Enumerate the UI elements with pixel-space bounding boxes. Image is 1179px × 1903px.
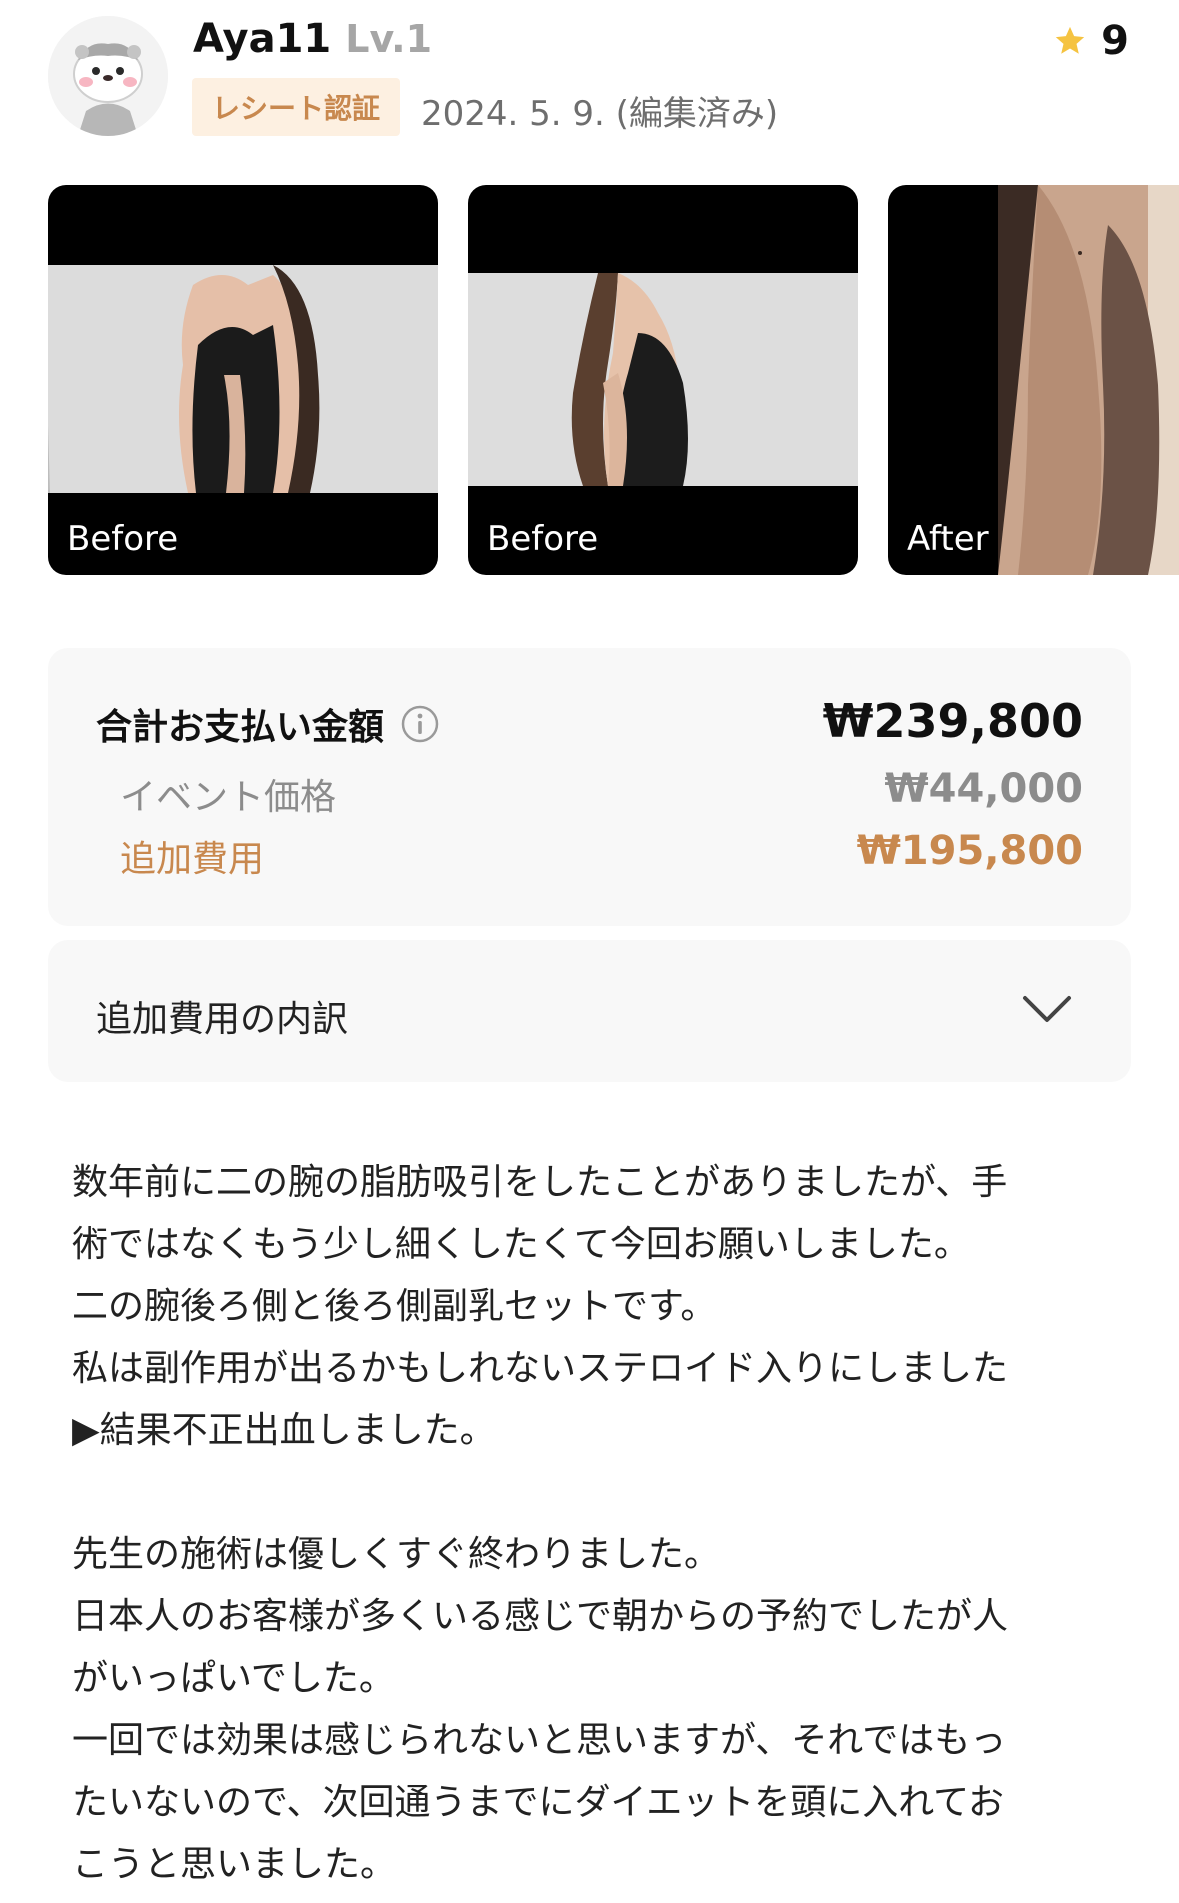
review-line: こうと思いました。 [72,1844,397,1885]
extra-cost-label: 追加費用 [120,839,265,880]
total-payment-value: ₩239,800 [822,694,1083,748]
star-icon [1055,26,1085,54]
review-line: 数年前に二の腕の脂肪吸引をしたことがありましたが、手 [72,1162,1008,1203]
photo-label: Before [487,519,599,559]
after-photo-image [998,185,1179,575]
post-date: 2024. 5. 9. (編集済み) [421,94,779,134]
review-line: ▶結果不正出血しました。 [72,1410,496,1451]
review-line: 術ではなくもう少し細くしたくて今回お願いしました。 [72,1224,970,1265]
receipt-verified-badge: レシート認証 [192,78,401,136]
before-photo-image [48,265,438,493]
review-line: 私は副作用が出るかもしれないステロイド入りにしました [72,1348,1009,1389]
username[interactable]: Aya11 [193,16,331,62]
review-body: 数年前に二の腕の脂肪吸引をしたことがありましたが、手 術ではなくもう少し細くしたく… [72,1152,1112,1896]
photo-before-2[interactable]: Before [468,185,858,575]
rating-value: 9 [1101,18,1129,64]
rating: 9 [1053,18,1129,64]
avatar[interactable] [48,16,168,136]
hamster-avatar-icon [48,16,168,136]
photo-label: After [907,519,989,559]
review-line: たいないので、次回通うまでにダイエットを頭に入れてお [72,1782,1005,1823]
extra-cost-breakdown-toggle[interactable]: 追加費用の内訳 [48,940,1131,1082]
total-payment-label: 合計お支払い金額 [96,698,440,750]
photo-before-1[interactable]: Before [48,185,438,575]
review-line: がいっぱいでした。 [72,1658,395,1699]
breakdown-label: 追加費用の内訳 [96,999,349,1040]
review-line: 先生の施術は優しくすぐ終わりました。 [72,1534,721,1575]
photo-after[interactable]: After [888,185,1179,575]
review-page: Aya11 Lv.1 9 レシート認証 2024. 5. 9. (編集済み) B… [0,0,1179,1903]
total-payment-text: 合計お支払い金額 [96,707,385,748]
payment-summary: 合計お支払い金額 ₩239,800 イベント価格 ₩44,000 追加費用 ₩1… [48,648,1131,926]
user-info: Aya11 Lv.1 [193,16,432,62]
review-blank-line [72,1462,1112,1524]
event-price-value: ₩44,000 [884,766,1083,812]
photo-label: Before [67,519,179,559]
review-line: 一回では効果は感じられないと思いますが、それではもっ [72,1720,1007,1761]
user-level: Lv.1 [345,17,433,61]
review-line: 二の腕後ろ側と後ろ側副乳セットです。 [72,1286,717,1327]
extra-cost-value: ₩195,800 [856,828,1083,874]
info-icon[interactable] [400,704,440,744]
before-photo-image [468,273,858,486]
review-line: 日本人のお客様が多くいる感じで朝からの予約でしたが人 [72,1596,1009,1637]
chevron-down-icon[interactable] [1021,992,1073,1028]
event-price-label: イベント価格 [120,777,337,818]
